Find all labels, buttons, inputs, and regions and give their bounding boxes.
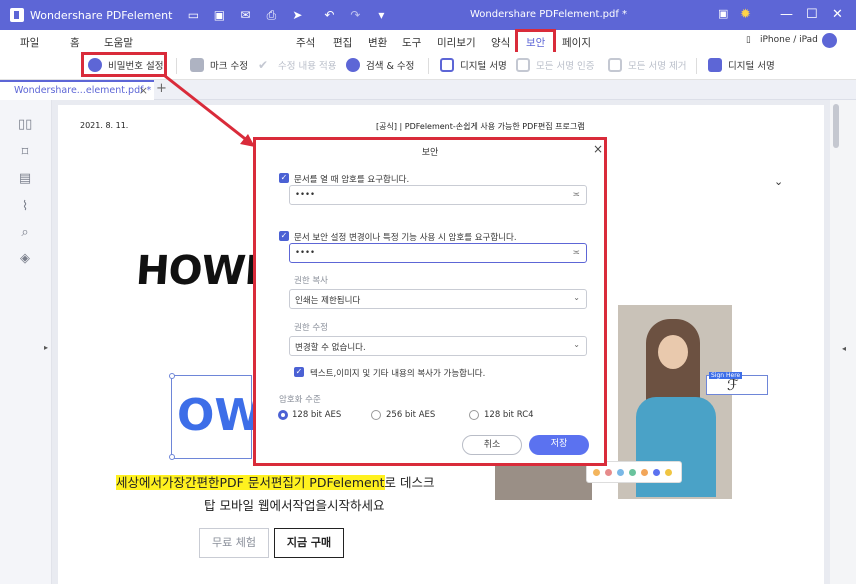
open-password-label: 문서를 열 때 암호를 요구합니다.: [294, 175, 410, 185]
open-password-value: ••••: [295, 190, 316, 200]
print-permission-value: 인쇄는 제한됩니다: [295, 296, 361, 306]
print-permission-select[interactable]: 인쇄는 제한됩니다 ⌄: [289, 289, 587, 309]
security-dialog: 보안 × ✓ 문서를 열 때 암호를 요구합니다. •••• ≍ ✓ 문서 보안…: [253, 137, 607, 466]
rc4-label: 128 bit RC4: [484, 410, 534, 420]
rc4-radio[interactable]: [469, 410, 479, 420]
change-permission-label: 권한 수정: [294, 323, 328, 333]
cancel-button[interactable]: 취소: [462, 435, 522, 455]
show-password-icon[interactable]: ≍: [572, 248, 580, 258]
aes128-label: 128 bit AES: [292, 410, 342, 420]
show-password-icon[interactable]: ≍: [572, 190, 580, 200]
permission-password-input[interactable]: •••• ≍: [289, 243, 587, 263]
allow-copy-label: 텍스트,이미지 및 기타 내용의 복사가 가능합니다.: [310, 369, 486, 379]
close-dialog-icon[interactable]: ×: [593, 142, 603, 156]
change-permission-value: 변경할 수 없습니다.: [295, 343, 366, 353]
change-permission-select[interactable]: 변경할 수 없습니다. ⌄: [289, 336, 587, 356]
permission-password-checkbox[interactable]: ✓: [279, 231, 289, 241]
encryption-level-label: 암호화 수준: [279, 395, 321, 405]
chevron-down-icon: ⌄: [573, 293, 580, 302]
aes256-radio[interactable]: [371, 410, 381, 420]
permission-password-value: ••••: [295, 248, 316, 258]
aes128-radio[interactable]: [278, 410, 288, 420]
save-button[interactable]: 저장: [529, 435, 589, 455]
open-password-input[interactable]: •••• ≍: [289, 185, 587, 205]
permission-password-label: 문서 보안 설정 변경이나 특정 기능 사용 시 암호를 요구합니다.: [294, 233, 517, 243]
dialog-title: 보안: [421, 148, 439, 158]
chevron-down-icon: ⌄: [573, 340, 580, 349]
print-permission-label: 권한 복사: [294, 276, 328, 286]
open-password-checkbox[interactable]: ✓: [279, 173, 289, 183]
aes256-label: 256 bit AES: [386, 410, 436, 420]
allow-copy-checkbox[interactable]: ✓: [294, 367, 304, 377]
